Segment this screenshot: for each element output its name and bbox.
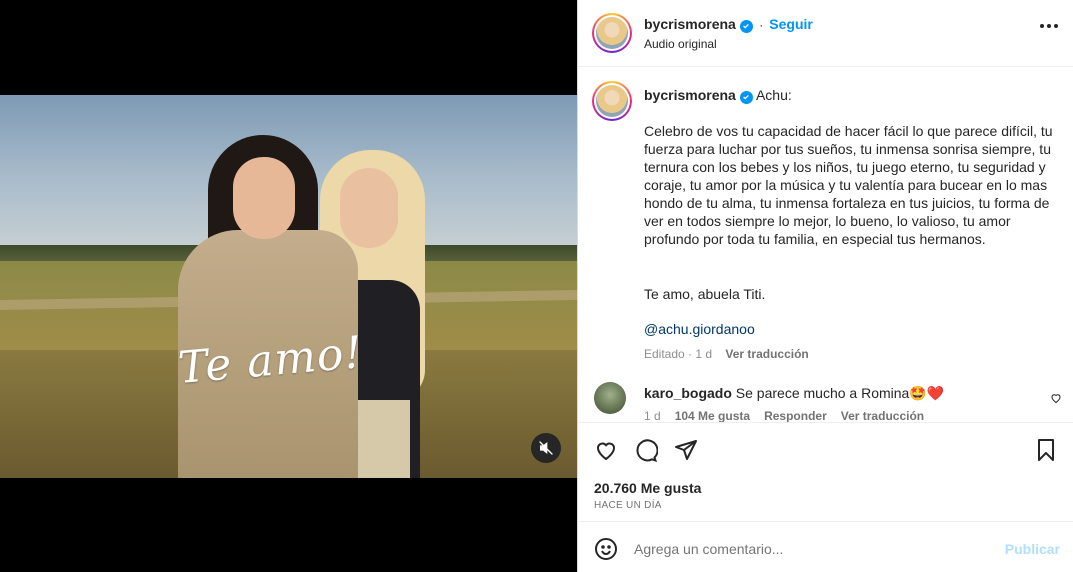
post-actions: 20.760 Me gusta HACE UN DÍA xyxy=(578,422,1073,522)
person-dark-hair xyxy=(178,135,358,478)
comment-see-translation[interactable]: Ver traducción xyxy=(841,409,924,422)
caption-body: Celebro de vos tu capacidad de hacer fác… xyxy=(644,123,1053,247)
caption-mention-link[interactable]: @achu.giordanoo xyxy=(644,320,1054,338)
author-avatar[interactable] xyxy=(592,13,632,53)
add-comment-bar: Publicar xyxy=(578,524,1073,572)
comment-time: 1 d xyxy=(644,409,661,422)
more-options-icon[interactable] xyxy=(1040,24,1058,28)
author-username[interactable]: bycrismorena xyxy=(644,16,736,32)
speaker-muted-icon xyxy=(539,441,553,455)
likes-count[interactable]: 20.760 Me gusta xyxy=(594,480,701,496)
comment-likes[interactable]: 104 Me gusta xyxy=(675,409,750,422)
verified-badge-icon xyxy=(739,90,753,104)
emoji-smiley-icon[interactable] xyxy=(594,537,618,561)
post-details-panel: bycrismorena · Seguir Audio original bycr… xyxy=(577,0,1073,572)
publish-button[interactable]: Publicar xyxy=(1005,541,1060,557)
comment-input[interactable] xyxy=(634,536,994,562)
mute-button[interactable] xyxy=(531,433,561,463)
comment-like-heart-icon[interactable] xyxy=(1050,392,1062,404)
audio-label[interactable]: Audio original xyxy=(644,37,813,51)
post-video[interactable] xyxy=(0,95,577,478)
media-panel: Te amo! xyxy=(0,0,577,572)
comment-item: karo_bogado Se parece mucho a Romina🤩❤️ … xyxy=(594,382,1064,422)
like-heart-icon[interactable] xyxy=(594,438,618,462)
caption-author-username[interactable]: bycrismorena xyxy=(644,87,736,103)
caption-signature: Te amo, abuela Titi. xyxy=(644,286,766,302)
post-header: bycrismorena · Seguir Audio original xyxy=(578,0,1073,67)
verified-badge-icon xyxy=(739,19,753,33)
instagram-post-view: Te amo! bycrismorena · Seguir Audio origi… xyxy=(0,0,1073,572)
caption-author-avatar[interactable] xyxy=(592,81,632,121)
save-bookmark-icon[interactable] xyxy=(1034,438,1058,462)
comment-bubble-icon[interactable] xyxy=(634,438,658,462)
comment-text: Se parece mucho a Romina🤩❤️ xyxy=(735,385,945,401)
caption-meta: Editado · 1 d Ver traducción xyxy=(644,345,1054,363)
share-send-icon[interactable] xyxy=(674,438,698,462)
reply-button[interactable]: Responder xyxy=(764,409,827,422)
caption-greeting: Achu: xyxy=(755,87,792,103)
commenter-avatar[interactable] xyxy=(594,382,626,414)
see-translation-link[interactable]: Ver traducción xyxy=(725,347,808,361)
edited-label: Editado · 1 d xyxy=(644,347,713,361)
commenter-username[interactable]: karo_bogado xyxy=(644,385,732,401)
post-time-ago: HACE UN DÍA xyxy=(594,500,662,511)
caption-header: bycrismorena Achu: xyxy=(644,86,1054,104)
follow-button[interactable]: Seguir xyxy=(769,16,813,32)
